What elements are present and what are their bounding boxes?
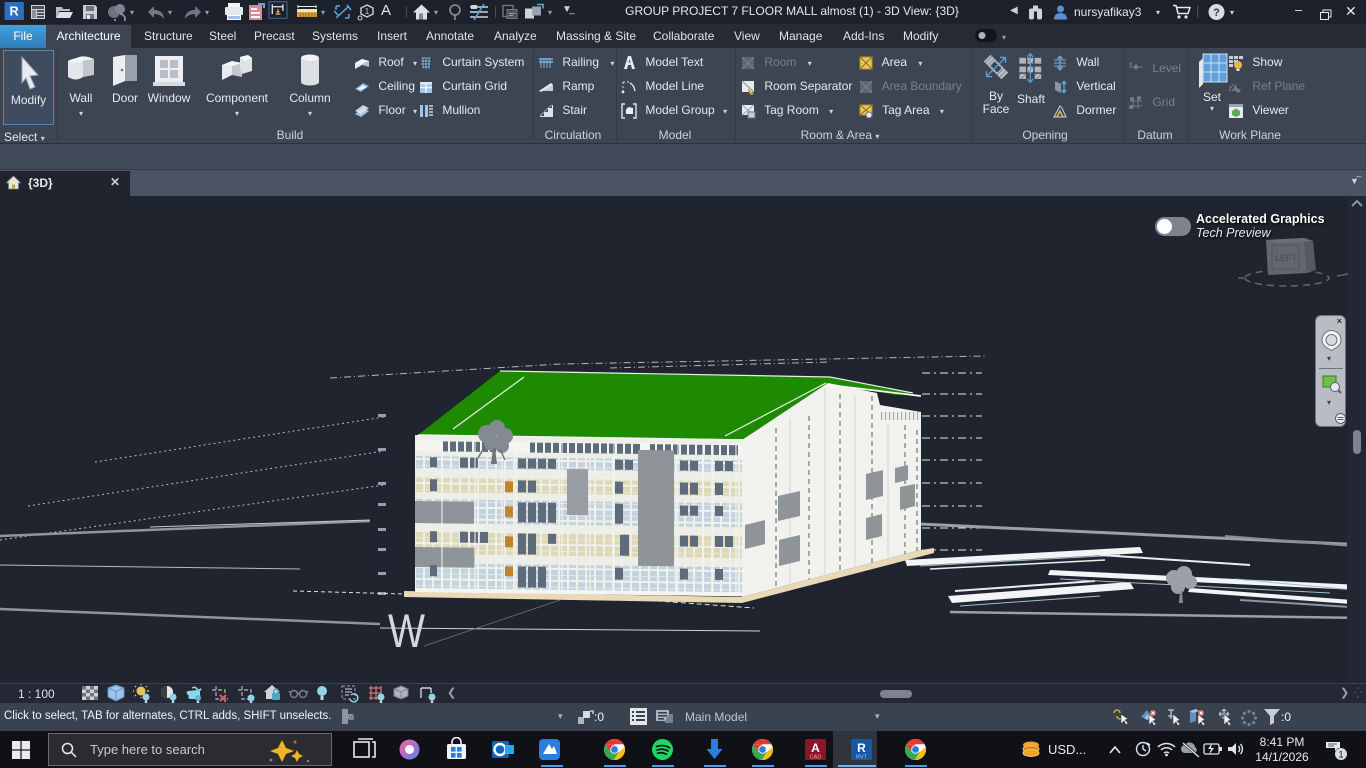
svg-text:RVT: RVT — [856, 755, 868, 761]
svg-text:CAD: CAD — [810, 755, 822, 761]
svg-text:LEFT: LEFT — [1275, 253, 1298, 263]
svg-text:R: R — [857, 741, 866, 755]
svg-text:A: A — [811, 741, 820, 755]
svg-text:1: 1 — [1338, 750, 1343, 760]
svg-text:W: W — [388, 604, 426, 657]
svg-text:?: ? — [1213, 7, 1220, 19]
